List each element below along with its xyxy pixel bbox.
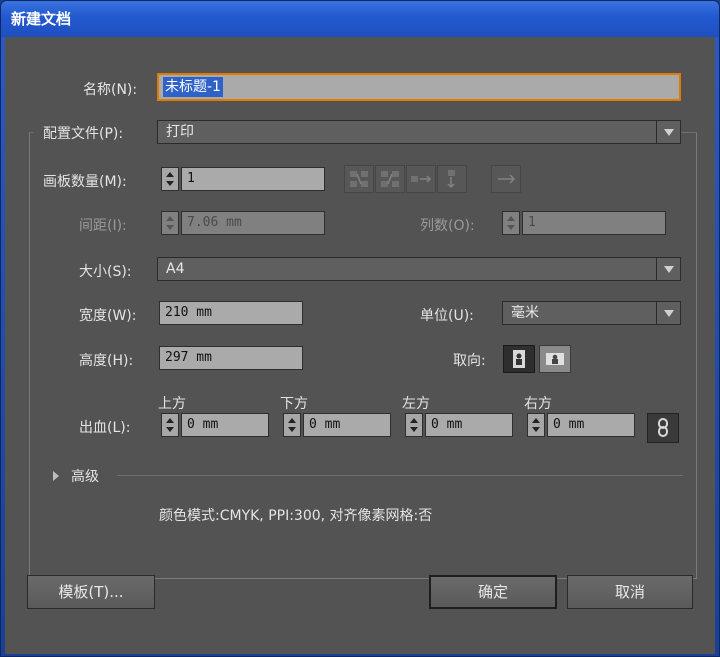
artboard-count-label: 画板数量(M): (43, 174, 127, 190)
window-title: 新建文档 (11, 10, 72, 28)
bleed-right-input[interactable]: 0 mm (547, 413, 635, 437)
ok-button[interactable]: 确定 (429, 575, 557, 609)
cancel-button[interactable]: 取消 (567, 575, 693, 609)
width-label: 宽度(W): (79, 308, 137, 324)
landscape-orientation-button[interactable] (539, 345, 571, 373)
arrange-by-column-icon[interactable] (437, 165, 467, 193)
orientation-label: 取向: (453, 353, 486, 369)
height-label: 高度(H): (79, 353, 134, 369)
name-label: 名称(N): (83, 82, 138, 98)
advanced-toggle[interactable]: 高级 (71, 466, 99, 486)
link-bleed-button[interactable] (647, 413, 679, 443)
advanced-divider (117, 475, 683, 476)
new-document-dialog: 新建文档 名称(N): 未标题-1 配置文件(P): 打印 画板数量(M): 1 (0, 0, 720, 657)
bleed-top-label: 上方 (158, 396, 186, 412)
columns-stepper[interactable] (502, 211, 520, 235)
portrait-orientation-button[interactable] (503, 345, 535, 373)
bleed-label: 出血(L): (79, 420, 131, 436)
columns-label: 列数(O): (420, 218, 475, 234)
units-select[interactable]: 毫米 (502, 301, 681, 325)
bleed-left-stepper[interactable] (405, 413, 423, 437)
bleed-bottom-label: 下方 (280, 396, 308, 412)
bleed-top-stepper[interactable] (161, 413, 179, 437)
landscape-icon (546, 353, 564, 365)
width-input[interactable]: 210 mm (159, 301, 303, 325)
bleed-top-input[interactable]: 0 mm (181, 413, 269, 437)
bleed-right-stepper[interactable] (527, 413, 545, 437)
arrange-by-row-icon[interactable] (406, 165, 436, 193)
spacing-stepper[interactable] (161, 211, 179, 235)
bleed-bottom-input[interactable]: 0 mm (303, 413, 391, 437)
units-select-value: 毫米 (511, 305, 539, 321)
dropdown-arrow-icon (656, 302, 680, 324)
chain-link-icon (658, 418, 668, 437)
size-select-value: A4 (166, 261, 185, 277)
expand-triangle-icon[interactable] (53, 471, 59, 481)
spacing-input[interactable]: 7.06 mm (181, 211, 325, 235)
portrait-icon (513, 350, 525, 368)
dialog-body: 名称(N): 未标题-1 配置文件(P): 打印 画板数量(M): 1 间距(I… (5, 37, 715, 654)
bleed-left-label: 左方 (402, 396, 430, 412)
bleed-bottom-stepper[interactable] (283, 413, 301, 437)
height-input[interactable]: 297 mm (159, 346, 303, 370)
name-input-value: 未标题-1 (163, 77, 223, 97)
title-bar[interactable]: 新建文档 (1, 1, 719, 37)
name-input[interactable]: 未标题-1 (157, 73, 681, 101)
templates-button[interactable]: 模板(T)... (27, 575, 155, 609)
grid-by-column-icon[interactable] (375, 165, 405, 193)
artboard-count-stepper[interactable] (161, 167, 179, 191)
columns-input[interactable]: 1 (522, 211, 666, 235)
size-select[interactable]: A4 (157, 257, 681, 281)
grid-by-row-icon[interactable] (344, 165, 374, 193)
document-info-text: 颜色模式:CMYK, PPI:300, 对齐像素网格:否 (159, 508, 433, 524)
right-to-left-icon[interactable] (491, 165, 521, 193)
bleed-left-input[interactable]: 0 mm (425, 413, 513, 437)
size-label: 大小(S): (79, 264, 132, 280)
units-label: 单位(U): (420, 308, 474, 324)
spacing-label: 间距(I): (79, 218, 127, 234)
bleed-right-label: 右方 (524, 396, 552, 412)
artboard-count-input[interactable]: 1 (181, 167, 325, 191)
dropdown-arrow-icon (656, 258, 680, 280)
